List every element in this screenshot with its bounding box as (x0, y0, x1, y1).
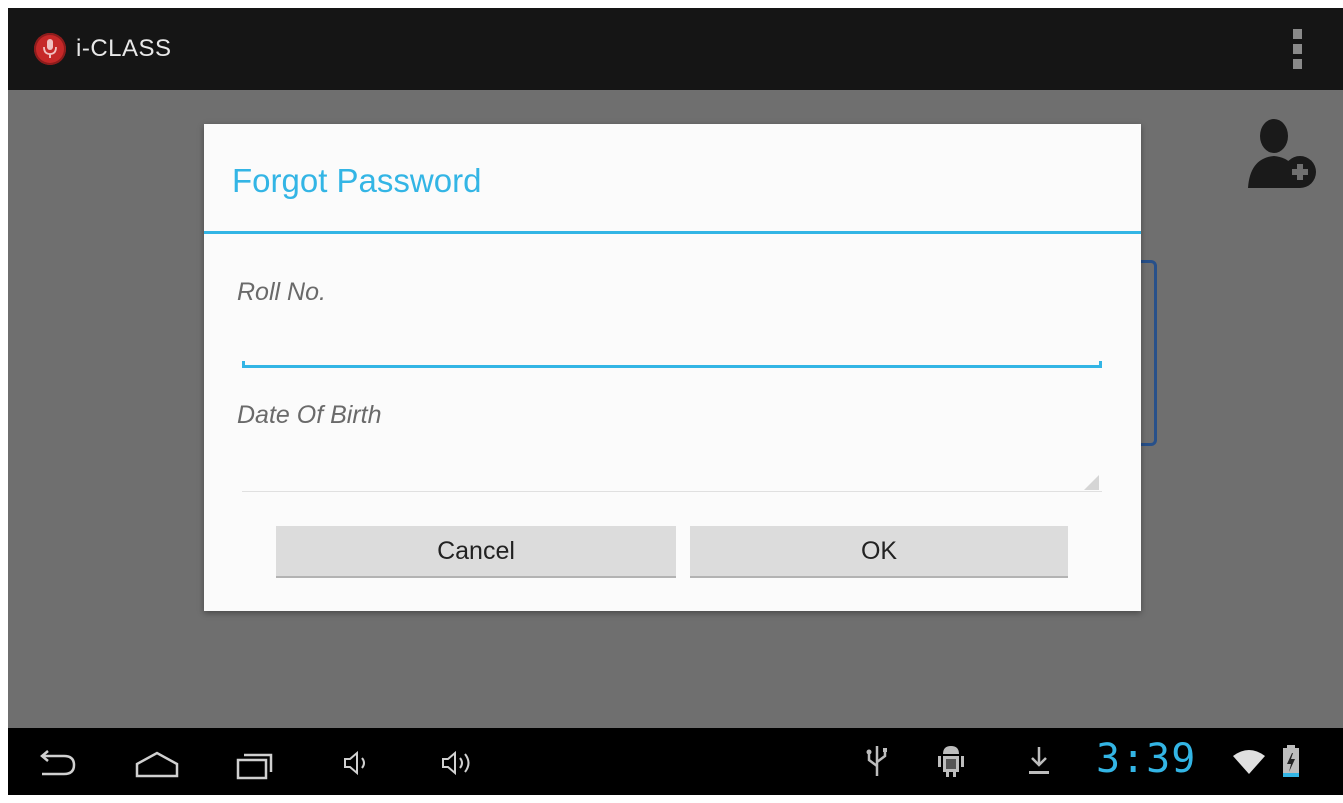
status-clock: 3:39 (1096, 736, 1197, 782)
download-icon (1029, 747, 1049, 774)
microphone-icon[interactable] (34, 33, 66, 65)
action-bar: i-CLASS (8, 8, 1343, 90)
volume-up-icon[interactable] (440, 750, 480, 776)
title-divider (204, 231, 1141, 234)
roll-no-input[interactable] (242, 319, 1106, 365)
usb-icon (866, 746, 887, 776)
dialog-title: Forgot Password (232, 162, 482, 199)
date-of-birth-underline (242, 491, 1102, 492)
add-user-icon[interactable] (1244, 116, 1324, 196)
recent-apps-icon[interactable] (236, 748, 276, 780)
date-of-birth-label: Date Of Birth (237, 401, 382, 429)
wifi-icon (1233, 750, 1265, 774)
roll-no-label: Roll No. (237, 278, 326, 306)
android-debug-icon (938, 746, 964, 777)
overflow-menu-icon[interactable] (1293, 29, 1303, 69)
cancel-button[interactable]: Cancel (276, 526, 676, 578)
ok-button[interactable]: OK (690, 526, 1068, 578)
date-of-birth-input[interactable] (242, 444, 1106, 490)
app-title: i-CLASS (76, 35, 172, 62)
back-icon[interactable] (34, 750, 78, 780)
battery-charging-icon (1283, 745, 1299, 777)
system-bar: 3:39 (8, 728, 1343, 795)
device-screen: i-CLASS Forgot Password Roll No. Date Of… (8, 8, 1343, 795)
field-corner-indicator (1084, 475, 1099, 490)
forgot-password-dialog: Forgot Password Roll No. Date Of Birth C… (204, 124, 1141, 611)
roll-no-underline (242, 361, 1102, 368)
home-icon[interactable] (134, 748, 180, 780)
volume-down-icon[interactable] (342, 750, 372, 776)
